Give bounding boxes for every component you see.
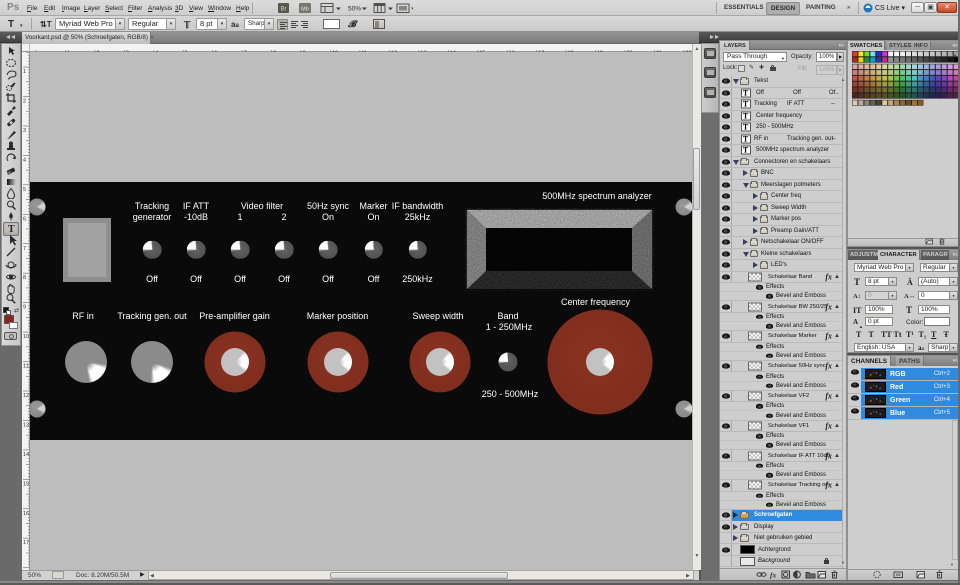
svg-text:7: 7 <box>23 246 26 252</box>
svg-text:6: 6 <box>23 216 26 222</box>
svg-text:1: 1 <box>23 69 26 75</box>
svg-text:9: 9 <box>23 305 26 311</box>
svg-text:12: 12 <box>23 393 29 399</box>
svg-text:Mb: Mb <box>301 7 309 13</box>
svg-text:3: 3 <box>23 128 26 134</box>
svg-text:14: 14 <box>23 452 29 458</box>
svg-text:8: 8 <box>23 275 26 281</box>
svg-text:5: 5 <box>23 187 26 193</box>
svg-text:11: 11 <box>23 364 29 370</box>
svg-text:Br: Br <box>281 7 287 13</box>
svg-text:2: 2 <box>23 99 26 105</box>
svg-text:50%: 50% <box>348 6 361 13</box>
svg-text:4: 4 <box>23 157 26 163</box>
svg-text:17: 17 <box>23 540 29 546</box>
svg-text:15: 15 <box>23 481 29 487</box>
svg-text:fx: fx <box>770 571 776 580</box>
svg-text:10: 10 <box>23 334 29 340</box>
svg-text:16: 16 <box>23 511 29 517</box>
svg-text:13: 13 <box>23 422 29 428</box>
